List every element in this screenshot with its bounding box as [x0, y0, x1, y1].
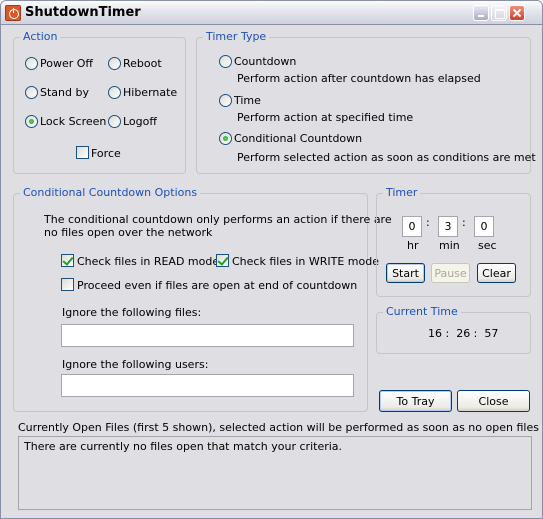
force-checkbox[interactable] [76, 146, 89, 159]
power-icon [5, 5, 21, 21]
close-icon[interactable] [509, 5, 525, 21]
radio-power-off[interactable] [25, 57, 38, 70]
ignore-files-input[interactable] [61, 324, 354, 347]
radio-countdown-label[interactable]: Countdown [234, 55, 296, 68]
countdown-description: Perform action after countdown has elaps… [237, 72, 481, 85]
check-write-mode-checkbox[interactable] [216, 254, 229, 267]
check-read-mode-label[interactable]: Check files in READ mode [77, 255, 219, 268]
ignore-users-label: Ignore the following users: [62, 358, 209, 371]
radio-conditional-countdown-label[interactable]: Conditional Countdown [234, 132, 362, 145]
close-button[interactable]: Close [457, 390, 530, 412]
current-time-group-label: Current Time [383, 305, 461, 318]
force-label[interactable]: Force [91, 147, 121, 160]
radio-lock-screen-label[interactable]: Lock Screen [40, 115, 106, 128]
open-files-message: There are currently no files open that m… [24, 440, 343, 453]
radio-time[interactable] [219, 94, 232, 107]
time-separator: : [462, 216, 466, 229]
hours-label: hr [407, 239, 419, 252]
radio-reboot[interactable] [108, 57, 121, 70]
radio-lock-screen[interactable] [25, 115, 38, 128]
ignore-users-input[interactable] [61, 374, 354, 397]
action-group-label: Action [20, 30, 61, 43]
current-time-value: 16 : 26 : 57 [428, 327, 499, 340]
timer-type-group-label: Timer Type [203, 30, 270, 43]
pause-button[interactable]: Pause [431, 263, 470, 283]
radio-stand-by[interactable] [25, 86, 38, 99]
proceed-checkbox[interactable] [61, 278, 74, 291]
time-description: Perform action at specified time [237, 111, 414, 124]
radio-logoff[interactable] [108, 115, 121, 128]
proceed-label[interactable]: Proceed even if files are open at end of… [77, 279, 357, 292]
start-button[interactable]: Start [386, 263, 425, 283]
conditional-description-line2: no files open over the network [44, 226, 213, 239]
time-separator: : [426, 216, 430, 229]
radio-conditional-countdown[interactable] [219, 132, 232, 145]
radio-power-off-label[interactable]: Power Off [40, 57, 93, 70]
timer-group-label: Timer [383, 186, 421, 199]
shutdown-timer-window: ShutdownTimer Action Power Off Reboot St… [0, 0, 543, 519]
ignore-files-label: Ignore the following files: [62, 306, 202, 319]
conditional-options-group-label: Conditional Countdown Options [20, 186, 201, 199]
conditional-description-line1: The conditional countdown only performs … [44, 213, 392, 226]
radio-logoff-label[interactable]: Logoff [123, 115, 157, 128]
to-tray-button[interactable]: To Tray [379, 390, 452, 412]
minutes-label: min [439, 239, 460, 252]
minimize-icon[interactable] [473, 5, 489, 21]
hours-input[interactable]: 0 [402, 216, 422, 237]
radio-stand-by-label[interactable]: Stand by [40, 86, 89, 99]
conditional-countdown-description: Perform selected action as soon as condi… [237, 151, 536, 164]
minutes-input[interactable]: 3 [438, 216, 458, 237]
radio-countdown[interactable] [219, 55, 232, 68]
maximize-icon [491, 5, 507, 21]
radio-time-label[interactable]: Time [234, 94, 261, 107]
seconds-label: sec [478, 239, 497, 252]
radio-hibernate[interactable] [108, 86, 121, 99]
title-bar[interactable]: ShutdownTimer [1, 1, 542, 25]
seconds-input[interactable]: 0 [474, 216, 494, 237]
open-files-label: Currently Open Files (first 5 shown), se… [18, 421, 543, 434]
window-title: ShutdownTimer [25, 5, 141, 20]
open-files-list[interactable]: There are currently no files open that m… [18, 436, 532, 510]
clear-button[interactable]: Clear [477, 263, 516, 283]
radio-reboot-label[interactable]: Reboot [123, 57, 162, 70]
check-read-mode-checkbox[interactable] [61, 254, 74, 267]
check-write-mode-label[interactable]: Check files in WRITE mode [232, 255, 379, 268]
radio-hibernate-label[interactable]: Hibernate [123, 86, 177, 99]
